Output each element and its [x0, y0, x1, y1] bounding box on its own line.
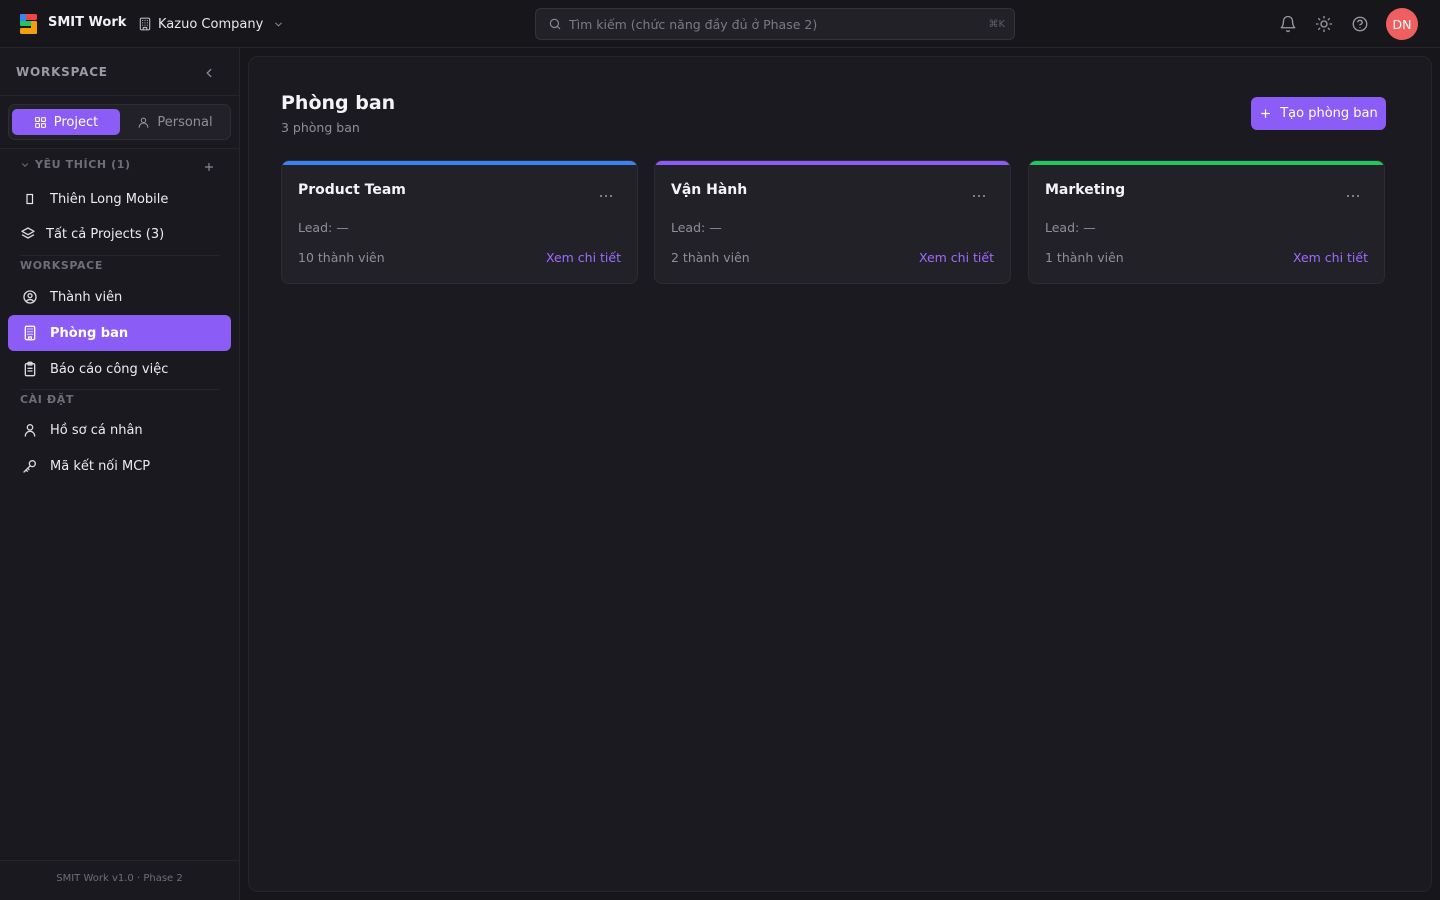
key-icon: [22, 458, 38, 474]
search-icon: [548, 17, 562, 31]
chevron-down-icon: [20, 160, 30, 170]
department-card[interactable]: Product Team Lead: — 10 thành viên Xem c…: [281, 160, 638, 284]
department-lead: Lead: —: [671, 220, 722, 235]
chevron-down-icon: [273, 19, 284, 30]
mode-toggle: Project Personal: [8, 104, 231, 140]
divider: [20, 255, 220, 256]
sidebar-item-label: Hồ sơ cá nhân: [50, 422, 143, 438]
sidebar-item-label: Mã kết nối MCP: [50, 458, 151, 474]
department-name: Marketing: [1045, 182, 1126, 198]
toggle-personal-label: Personal: [157, 114, 213, 130]
view-details-link[interactable]: Xem chi tiết: [546, 250, 621, 265]
sidebar: WORKSPACE Project Personal YÊU THÍCH (1): [0, 48, 240, 900]
search-bar[interactable]: ⌘K: [535, 8, 1015, 40]
user-icon: [137, 116, 150, 129]
search-input[interactable]: [569, 16, 989, 32]
sidebar-item-work-reports[interactable]: Báo cáo công việc: [8, 351, 231, 387]
add-favorite-icon[interactable]: [202, 160, 216, 174]
search-shortcut: ⌘K: [988, 18, 1005, 30]
favorites-header[interactable]: YÊU THÍCH (1): [20, 158, 131, 171]
settings-section-header: CÀI ĐẶT: [20, 393, 74, 406]
top-bar: SMIT Work Kazuo Company ⌘K DN: [0, 0, 1440, 48]
department-members: 10 thành viên: [298, 250, 385, 265]
department-lead: Lead: —: [298, 220, 349, 235]
sidebar-header: WORKSPACE: [16, 65, 108, 79]
sidebar-item-mcp-key[interactable]: Mã kết nối MCP: [8, 448, 231, 484]
sidebar-item-thien-long-mobile[interactable]: Thiên Long Mobile: [8, 181, 231, 217]
card-color-bar: [282, 161, 637, 165]
sidebar-item-label: Phòng ban: [50, 325, 129, 341]
department-name: Vận Hành: [671, 182, 748, 198]
more-options-icon[interactable]: [598, 187, 614, 203]
department-members: 1 thành viên: [1045, 250, 1124, 265]
page-subtitle: 3 phòng ban: [281, 120, 360, 135]
page-title: Phòng ban: [281, 92, 396, 114]
building-icon: [138, 17, 152, 31]
user-icon: [22, 422, 38, 438]
sidebar-item-label: Báo cáo công việc: [50, 361, 169, 377]
toggle-project-button[interactable]: Project: [12, 109, 120, 135]
sidebar-item-label: Thành viên: [50, 289, 123, 305]
divider: [20, 389, 220, 390]
main-panel: Phòng ban 3 phòng ban Tạo phòng ban Prod…: [248, 56, 1432, 892]
user-circle-icon: [22, 289, 38, 305]
sidebar-item-all-projects[interactable]: Tất cả Projects (3): [8, 216, 231, 252]
plus-icon: [1259, 107, 1272, 120]
square-icon: [22, 191, 38, 207]
company-name: Kazuo Company: [158, 16, 264, 32]
toggle-personal-button[interactable]: Personal: [122, 109, 228, 135]
bell-icon[interactable]: [1279, 15, 1297, 33]
more-options-icon[interactable]: [1345, 187, 1361, 203]
clipboard-icon: [22, 361, 38, 377]
sidebar-item-label: Thiên Long Mobile: [50, 191, 169, 207]
version-label: SMIT Work v1.0 · Phase 2: [56, 873, 183, 884]
department-members: 2 thành viên: [671, 250, 750, 265]
card-color-bar: [1029, 161, 1384, 165]
toggle-project-label: Project: [53, 114, 99, 130]
avatar[interactable]: DN: [1386, 8, 1418, 40]
divider: [0, 860, 239, 861]
app-logo-icon[interactable]: [20, 14, 37, 34]
grid-icon: [34, 116, 47, 129]
app-title[interactable]: SMIT Work: [48, 15, 126, 30]
sidebar-item-members[interactable]: Thành viên: [8, 279, 231, 315]
more-options-icon[interactable]: [971, 187, 987, 203]
sidebar-item-label: Tất cả Projects (3): [46, 226, 165, 242]
sidebar-item-profile[interactable]: Hồ sơ cá nhân: [8, 412, 231, 448]
favorites-header-label: YÊU THÍCH (1): [35, 158, 131, 171]
department-name: Product Team: [298, 182, 406, 198]
create-department-label: Tạo phòng ban: [1280, 106, 1378, 121]
help-icon[interactable]: [1351, 15, 1369, 33]
chevron-left-icon[interactable]: [202, 66, 216, 80]
department-card[interactable]: Marketing Lead: — 1 thành viên Xem chi t…: [1028, 160, 1385, 284]
card-color-bar: [655, 161, 1010, 165]
department-card[interactable]: Vận Hành Lead: — 2 thành viên Xem chi ti…: [654, 160, 1011, 284]
create-department-button[interactable]: Tạo phòng ban: [1251, 97, 1386, 130]
department-lead: Lead: —: [1045, 220, 1096, 235]
view-details-link[interactable]: Xem chi tiết: [1293, 250, 1368, 265]
theme-sun-icon[interactable]: [1315, 15, 1333, 33]
sidebar-item-departments[interactable]: Phòng ban: [8, 315, 231, 351]
view-details-link[interactable]: Xem chi tiết: [919, 250, 994, 265]
company-switcher[interactable]: Kazuo Company: [138, 14, 284, 34]
layers-icon: [20, 226, 36, 242]
workspace-section-header: WORKSPACE: [20, 259, 103, 272]
building-icon: [22, 325, 38, 341]
divider: [0, 148, 239, 149]
divider: [0, 95, 239, 96]
